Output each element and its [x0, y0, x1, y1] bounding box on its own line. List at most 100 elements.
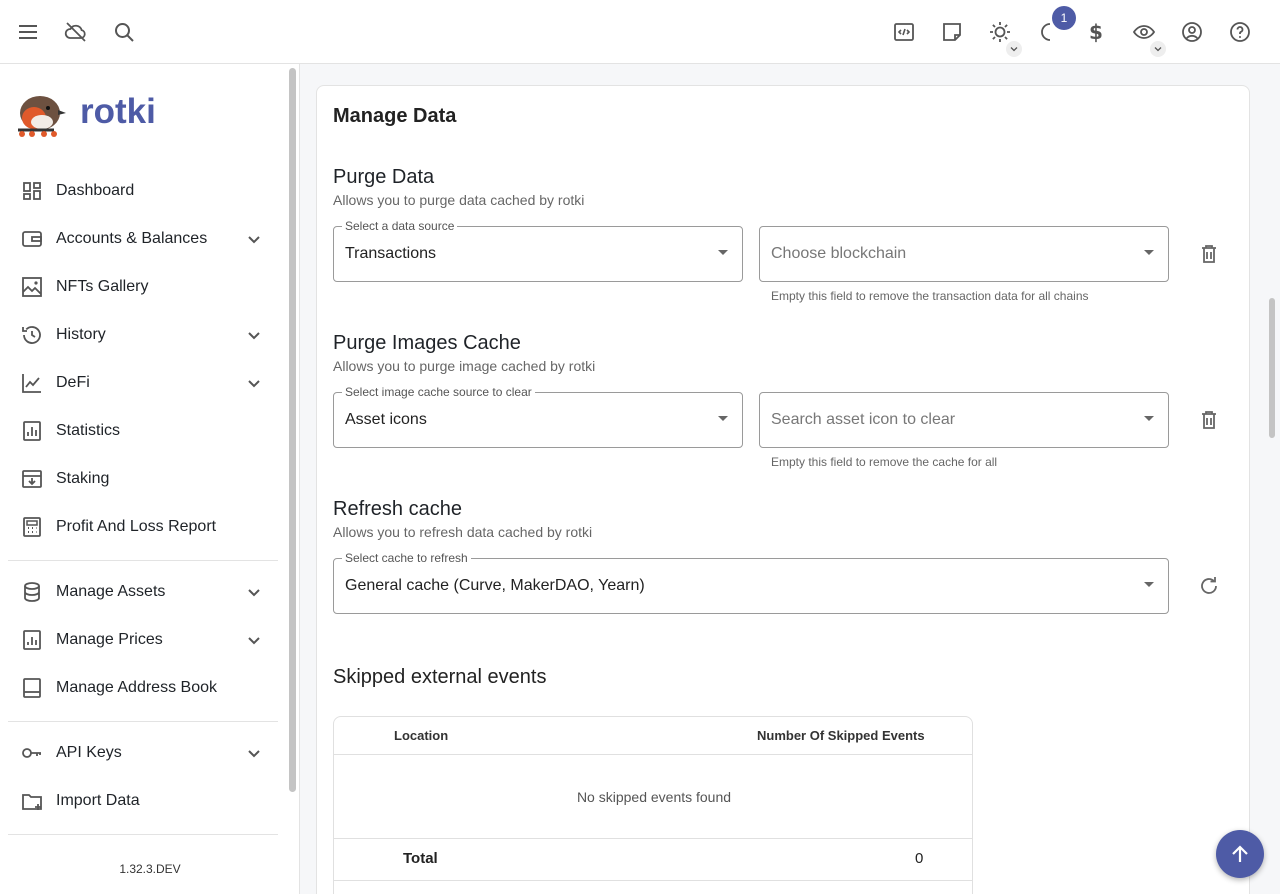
- sidebar-item-label: History: [56, 326, 106, 343]
- dropdown-arrow-icon[interactable]: [718, 416, 728, 421]
- chevron-down-icon[interactable]: [244, 373, 264, 393]
- sidebar-item-label: Dashboard: [56, 182, 135, 199]
- chevron-down-icon[interactable]: [244, 229, 264, 249]
- field-value: Transactions: [345, 245, 436, 262]
- notification-badge[interactable]: 1: [1052, 6, 1076, 30]
- dropdown-arrow-icon[interactable]: [1144, 416, 1154, 421]
- sidebar-item-label: Manage Assets: [56, 583, 166, 600]
- code-icon[interactable]: [888, 16, 920, 48]
- dropdown-arrow-icon[interactable]: [1144, 582, 1154, 587]
- sidebar-item-label: Manage Prices: [56, 631, 163, 648]
- empty-state-text: No skipped events found: [576, 789, 732, 805]
- total-value: 0: [915, 850, 924, 867]
- main-scrollbar[interactable]: [1269, 298, 1275, 438]
- folder-add-icon: [20, 789, 44, 813]
- refresh-cache-title: Refresh cache: [333, 498, 462, 520]
- dropdown-arrow-icon[interactable]: [1144, 250, 1154, 255]
- sidebar-scrollbar[interactable]: [289, 68, 296, 792]
- data-source-select[interactable]: Select a data source Transactions: [333, 219, 743, 282]
- chevron-down-icon[interactable]: [244, 743, 264, 763]
- field-placeholder: Choose blockchain: [771, 245, 907, 262]
- price-chart-icon: [20, 628, 44, 652]
- dashboard-icon: [20, 179, 44, 203]
- field-label: Select a data source: [342, 219, 458, 233]
- history-icon: [20, 323, 44, 347]
- table-divider: [334, 838, 972, 839]
- purge-data-title: Purge Data: [333, 166, 435, 188]
- purge-images-subtitle: Allows you to purge image cached by rotk…: [333, 358, 596, 374]
- blockchain-select[interactable]: Choose blockchain: [759, 226, 1169, 282]
- sidebar-item-dashboard[interactable]: Dashboard: [8, 169, 278, 213]
- skipped-events-table: Location Number Of Skipped Events No ski…: [333, 716, 973, 894]
- purge-images-title: Purge Images Cache: [333, 332, 521, 354]
- sidebar-item-label: Manage Address Book: [56, 679, 217, 696]
- sidebar-item-statistics[interactable]: Statistics: [8, 409, 278, 453]
- column-header-location[interactable]: Location: [394, 728, 448, 743]
- field-value: Asset icons: [345, 411, 427, 428]
- chevron-down-icon[interactable]: [244, 325, 264, 345]
- total-label: Total: [403, 850, 438, 867]
- sidebar-item-import-data[interactable]: Import Data: [8, 779, 278, 823]
- privacy-menu-chevron-icon[interactable]: [1150, 41, 1166, 57]
- cloud-off-icon[interactable]: [60, 16, 92, 48]
- chevron-down-icon[interactable]: [244, 582, 264, 602]
- calculator-icon: [20, 515, 44, 539]
- skipped-events-title: Skipped external events: [333, 666, 547, 688]
- app-version: 1.32.3.DEV: [119, 862, 181, 876]
- menu-icon[interactable]: [12, 16, 44, 48]
- sidebar-item-label: Statistics: [56, 422, 121, 439]
- app-name: rotki: [80, 92, 156, 131]
- wallet-icon: [20, 227, 44, 251]
- table-divider: [334, 880, 972, 881]
- sidebar-item-api-keys[interactable]: API Keys: [8, 731, 278, 775]
- sidebar-item-label: Accounts & Balances: [56, 230, 208, 247]
- cache-refresh-select[interactable]: Select cache to refresh General cache (C…: [333, 551, 1169, 614]
- arrow-up-icon: [1232, 845, 1248, 862]
- currency-icon[interactable]: $: [1080, 16, 1112, 48]
- sidebar-item-defi[interactable]: DeFi: [8, 361, 278, 405]
- database-icon: [20, 580, 44, 604]
- field-value: General cache (Curve, MakerDAO, Yearn): [345, 577, 645, 594]
- field-placeholder: Search asset icon to clear: [771, 411, 956, 428]
- delete-icon[interactable]: [1197, 242, 1221, 266]
- sidebar-item-nfts-gallery[interactable]: NFTs Gallery: [8, 265, 278, 309]
- staking-icon: [20, 467, 44, 491]
- sidebar-item-label: Staking: [56, 470, 110, 487]
- column-header-skipped-count[interactable]: Number Of Skipped Events: [757, 728, 925, 743]
- sidebar-divider: [8, 560, 278, 561]
- table-divider: [334, 754, 972, 755]
- top-bar: 1 $: [0, 0, 1280, 64]
- statistics-icon: [20, 419, 44, 443]
- sidebar-item-manage-address-book[interactable]: Manage Address Book: [8, 666, 278, 710]
- sidebar-item-manage-assets[interactable]: Manage Assets: [8, 570, 278, 614]
- sidebar-item-history[interactable]: History: [8, 313, 278, 357]
- account-icon[interactable]: [1176, 16, 1208, 48]
- search-icon[interactable]: [108, 16, 140, 48]
- asset-icon-search[interactable]: Search asset icon to clear: [759, 392, 1169, 448]
- page-title: Manage Data: [333, 105, 457, 127]
- refresh-icon[interactable]: [1197, 574, 1221, 598]
- field-label: Select cache to refresh: [342, 551, 471, 565]
- sidebar-item-label: API Keys: [56, 744, 122, 761]
- delete-icon[interactable]: [1197, 408, 1221, 432]
- scroll-to-top-button[interactable]: [1216, 830, 1264, 878]
- help-icon[interactable]: [1224, 16, 1256, 48]
- sidebar-item-label: NFTs Gallery: [56, 278, 149, 295]
- sidebar-item-manage-prices[interactable]: Manage Prices: [8, 618, 278, 662]
- chevron-down-icon[interactable]: [244, 630, 264, 650]
- line-chart-icon: [20, 371, 44, 395]
- blockchain-hint: Empty this field to remove the transacti…: [771, 289, 1089, 303]
- theme-menu-chevron-icon[interactable]: [1006, 41, 1022, 57]
- sidebar-item-label: Import Data: [56, 792, 140, 809]
- key-icon: [20, 741, 44, 765]
- sidebar: rotki Dashboard Accounts & Balances NFTs…: [0, 64, 300, 894]
- image-cache-source-select[interactable]: Select image cache source to clear Asset…: [333, 385, 743, 448]
- rotki-logo: [14, 86, 68, 138]
- notes-icon[interactable]: [936, 16, 968, 48]
- sidebar-item-accounts-balances[interactable]: Accounts & Balances: [8, 217, 278, 261]
- sidebar-item-staking[interactable]: Staking: [8, 457, 278, 501]
- purge-data-subtitle: Allows you to purge data cached by rotki: [333, 192, 585, 208]
- sidebar-divider: [8, 721, 278, 722]
- sidebar-item-profit-loss-report[interactable]: Profit And Loss Report: [8, 505, 278, 549]
- dropdown-arrow-icon[interactable]: [718, 250, 728, 255]
